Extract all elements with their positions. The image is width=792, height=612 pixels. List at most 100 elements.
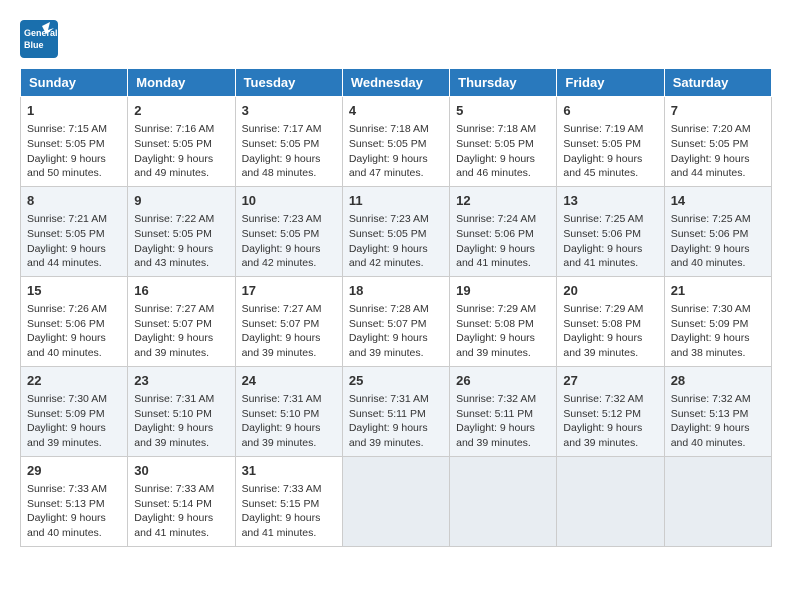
daylight-label: Daylight: 9 hours and 42 minutes. [349,243,428,270]
sunset-label: Sunset: 5:11 PM [349,408,426,420]
day-number: 2 [134,102,228,120]
sunset-label: Sunset: 5:13 PM [27,498,105,510]
sunset-label: Sunset: 5:08 PM [563,318,641,330]
calendar-week-row: 29 Sunrise: 7:33 AM Sunset: 5:13 PM Dayl… [21,456,772,546]
sunrise-label: Sunrise: 7:30 AM [27,393,107,405]
sunrise-label: Sunrise: 7:21 AM [27,213,107,225]
sunrise-label: Sunrise: 7:17 AM [242,123,322,135]
logo: General Blue [20,20,58,58]
sunrise-label: Sunrise: 7:19 AM [563,123,643,135]
calendar-cell: 8 Sunrise: 7:21 AM Sunset: 5:05 PM Dayli… [21,186,128,276]
sunrise-label: Sunrise: 7:30 AM [671,303,751,315]
sunrise-label: Sunrise: 7:33 AM [134,483,214,495]
sunset-label: Sunset: 5:05 PM [563,138,641,150]
daylight-label: Daylight: 9 hours and 46 minutes. [456,153,535,180]
calendar-cell: 11 Sunrise: 7:23 AM Sunset: 5:05 PM Dayl… [342,186,449,276]
daylight-label: Daylight: 9 hours and 45 minutes. [563,153,642,180]
sunset-label: Sunset: 5:10 PM [134,408,212,420]
page-header: General Blue [20,20,772,58]
day-number: 30 [134,462,228,480]
daylight-label: Daylight: 9 hours and 41 minutes. [134,512,213,539]
sunrise-label: Sunrise: 7:25 AM [671,213,751,225]
sunset-label: Sunset: 5:07 PM [349,318,427,330]
calendar-cell: 15 Sunrise: 7:26 AM Sunset: 5:06 PM Dayl… [21,276,128,366]
sunset-label: Sunset: 5:09 PM [671,318,749,330]
sunset-label: Sunset: 5:05 PM [242,228,320,240]
calendar-cell: 16 Sunrise: 7:27 AM Sunset: 5:07 PM Dayl… [128,276,235,366]
sunset-label: Sunset: 5:06 PM [671,228,749,240]
day-number: 24 [242,372,336,390]
day-number: 25 [349,372,443,390]
svg-text:General: General [24,28,58,38]
sunset-label: Sunset: 5:05 PM [242,138,320,150]
sunset-label: Sunset: 5:05 PM [134,138,212,150]
day-number: 16 [134,282,228,300]
day-number: 3 [242,102,336,120]
sunrise-label: Sunrise: 7:20 AM [671,123,751,135]
sunset-label: Sunset: 5:05 PM [456,138,534,150]
sunset-label: Sunset: 5:10 PM [242,408,320,420]
sunrise-label: Sunrise: 7:15 AM [27,123,107,135]
daylight-label: Daylight: 9 hours and 41 minutes. [456,243,535,270]
calendar-cell: 22 Sunrise: 7:30 AM Sunset: 5:09 PM Dayl… [21,366,128,456]
sunset-label: Sunset: 5:08 PM [456,318,534,330]
calendar-body: 1 Sunrise: 7:15 AM Sunset: 5:05 PM Dayli… [21,97,772,547]
daylight-label: Daylight: 9 hours and 39 minutes. [563,422,642,449]
day-number: 13 [563,192,657,210]
day-number: 15 [27,282,121,300]
calendar-cell: 23 Sunrise: 7:31 AM Sunset: 5:10 PM Dayl… [128,366,235,456]
day-number: 12 [456,192,550,210]
day-number: 6 [563,102,657,120]
weekday-header: Saturday [664,69,771,97]
day-number: 14 [671,192,765,210]
calendar-cell: 9 Sunrise: 7:22 AM Sunset: 5:05 PM Dayli… [128,186,235,276]
calendar-cell: 2 Sunrise: 7:16 AM Sunset: 5:05 PM Dayli… [128,97,235,187]
calendar-cell: 19 Sunrise: 7:29 AM Sunset: 5:08 PM Dayl… [450,276,557,366]
daylight-label: Daylight: 9 hours and 39 minutes. [456,332,535,359]
calendar-week-row: 1 Sunrise: 7:15 AM Sunset: 5:05 PM Dayli… [21,97,772,187]
daylight-label: Daylight: 9 hours and 44 minutes. [671,153,750,180]
sunset-label: Sunset: 5:05 PM [27,138,105,150]
sunrise-label: Sunrise: 7:32 AM [456,393,536,405]
calendar-week-row: 22 Sunrise: 7:30 AM Sunset: 5:09 PM Dayl… [21,366,772,456]
sunset-label: Sunset: 5:05 PM [349,138,427,150]
daylight-label: Daylight: 9 hours and 39 minutes. [134,422,213,449]
daylight-label: Daylight: 9 hours and 41 minutes. [563,243,642,270]
calendar-cell: 12 Sunrise: 7:24 AM Sunset: 5:06 PM Dayl… [450,186,557,276]
daylight-label: Daylight: 9 hours and 40 minutes. [671,243,750,270]
sunset-label: Sunset: 5:05 PM [27,228,105,240]
calendar-cell: 27 Sunrise: 7:32 AM Sunset: 5:12 PM Dayl… [557,366,664,456]
sunrise-label: Sunrise: 7:32 AM [671,393,751,405]
sunrise-label: Sunrise: 7:27 AM [242,303,322,315]
daylight-label: Daylight: 9 hours and 41 minutes. [242,512,321,539]
sunrise-label: Sunrise: 7:28 AM [349,303,429,315]
weekday-header: Monday [128,69,235,97]
calendar-cell [557,456,664,546]
sunset-label: Sunset: 5:06 PM [563,228,641,240]
weekday-header: Thursday [450,69,557,97]
calendar-week-row: 15 Sunrise: 7:26 AM Sunset: 5:06 PM Dayl… [21,276,772,366]
weekday-header: Tuesday [235,69,342,97]
day-number: 21 [671,282,765,300]
daylight-label: Daylight: 9 hours and 39 minutes. [134,332,213,359]
logo-icon: General Blue [20,20,58,58]
calendar-week-row: 8 Sunrise: 7:21 AM Sunset: 5:05 PM Dayli… [21,186,772,276]
sunrise-label: Sunrise: 7:32 AM [563,393,643,405]
day-number: 17 [242,282,336,300]
weekday-header: Wednesday [342,69,449,97]
daylight-label: Daylight: 9 hours and 50 minutes. [27,153,106,180]
daylight-label: Daylight: 9 hours and 39 minutes. [563,332,642,359]
calendar-cell [450,456,557,546]
daylight-label: Daylight: 9 hours and 47 minutes. [349,153,428,180]
daylight-label: Daylight: 9 hours and 40 minutes. [671,422,750,449]
calendar-cell: 10 Sunrise: 7:23 AM Sunset: 5:05 PM Dayl… [235,186,342,276]
sunset-label: Sunset: 5:09 PM [27,408,105,420]
calendar-cell: 28 Sunrise: 7:32 AM Sunset: 5:13 PM Dayl… [664,366,771,456]
calendar-cell: 18 Sunrise: 7:28 AM Sunset: 5:07 PM Dayl… [342,276,449,366]
day-number: 26 [456,372,550,390]
daylight-label: Daylight: 9 hours and 43 minutes. [134,243,213,270]
svg-text:Blue: Blue [24,40,44,50]
daylight-label: Daylight: 9 hours and 40 minutes. [27,332,106,359]
day-number: 28 [671,372,765,390]
calendar-cell: 31 Sunrise: 7:33 AM Sunset: 5:15 PM Dayl… [235,456,342,546]
